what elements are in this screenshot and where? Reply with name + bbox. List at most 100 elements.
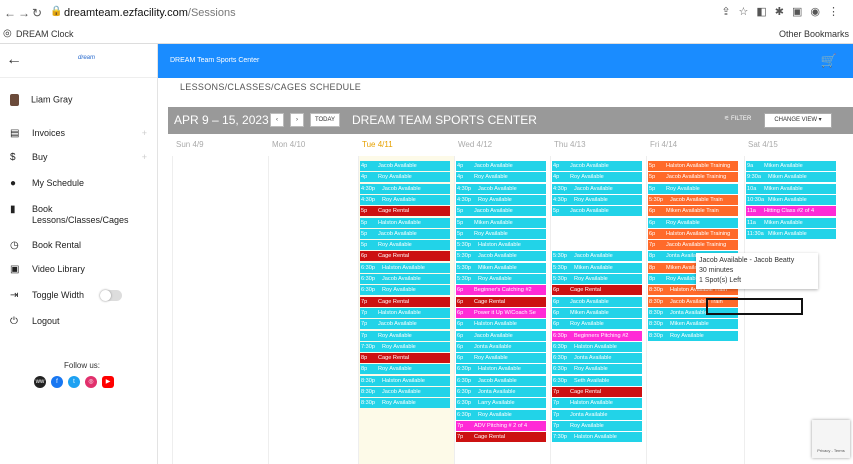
calendar-event[interactable]: 6p Miken Available [552,307,642,318]
prev-week-button[interactable]: ‹ [270,113,284,127]
calendar-event[interactable]: 6:30p Jonta Available [552,353,642,364]
calendar-event[interactable]: 11a Miken Available [746,217,836,228]
calendar-event[interactable]: 4p Jacob Available [456,161,546,171]
calendar-event[interactable]: 5p Roy Available [360,240,450,251]
calendar-event[interactable]: 4p Roy Available [456,172,546,183]
address-bar[interactable]: dreamteam.ezfacility.com/Sessions [64,7,236,19]
calendar-event[interactable]: 5p Jacob Available Training [648,172,738,183]
calendar-event[interactable]: 5p Cage Rental [360,206,450,217]
calendar-event[interactable]: 6p Miken Available Train [648,206,738,217]
cart-icon[interactable]: 🛒 [821,53,837,69]
calendar-event[interactable]: 7p Cage Rental [360,296,450,307]
today-button[interactable]: TODAY [310,113,340,127]
calendar-event[interactable]: 6:30p Seth Available [552,375,642,386]
calendar-event[interactable]: 8:30p Miken Available [648,319,738,330]
change-view-dropdown[interactable]: CHANGE VIEW ▾ [764,113,832,128]
calendar-event[interactable]: 6p Power it Up W/Coach Se [456,307,546,318]
sidebar-item-video-library[interactable]: ▣ Video Library [10,264,85,275]
expand-icon[interactable]: + [142,152,147,162]
calendar-event[interactable]: 6:30p Jonta Available [456,387,546,397]
calendar-event[interactable]: 8:30p Halston Available [360,375,450,386]
recaptcha-badge[interactable]: Privacy - Terms [812,420,850,458]
back-arrow-icon[interactable]: ← [4,6,16,20]
calendar-event[interactable]: 7p Roy Available [552,420,642,431]
calendar-event[interactable]: 5:30p Jacob Available [552,251,642,262]
calendar-event[interactable]: 6p Jacob Available [456,330,546,341]
reload-icon[interactable]: ↻ [32,6,42,20]
calendar-event[interactable]: 7p Cage Rental [456,432,546,443]
calendar-event[interactable]: 6:30p Halston Available [552,341,642,352]
calendar-event[interactable]: 5:30p Halston Available [456,240,546,251]
calendar-event[interactable]: 8p Cage Rental [360,353,450,364]
bookmark-dream-clock[interactable]: DREAM Clock [16,29,74,39]
calendar-event[interactable]: 7p Halston Available [360,307,450,318]
expand-icon[interactable]: + [142,128,147,138]
calendar-event[interactable]: 6:30p Roy Available [456,409,546,420]
calendar-event[interactable]: 7p Jacob Available Training [648,240,738,251]
calendar-event[interactable]: 5p Miken Available [456,217,546,228]
calendar-event[interactable]: 7p Jacob Available [360,319,450,330]
calendar-event[interactable]: 6p Roy Available [456,353,546,364]
facebook-icon[interactable]: f [51,376,63,388]
calendar-event[interactable]: 4:30p Jacob Available [552,183,642,194]
back-arrow-icon[interactable]: ← [6,51,22,69]
calendar-event[interactable]: 5p Halston Available Training [648,161,738,171]
calendar-event[interactable]: 11a Hitting Class #2 of 4 [746,206,836,217]
calendar-event[interactable]: 7:30p Halston Available [552,432,642,443]
next-week-button[interactable]: › [290,113,304,127]
calendar-event[interactable]: 5:30p Miken Available [552,262,642,273]
calendar-event[interactable]: 6p Jacob Available [552,296,642,307]
calendar-event[interactable]: 5p Roy Available [648,183,738,194]
calendar-event[interactable]: 5:30p Roy Available [552,274,642,284]
calendar-event[interactable]: 5p Jacob Available [456,206,546,217]
calendar-event[interactable]: 5:30p Jacob Available Train [648,194,738,205]
calendar-event[interactable]: 6p Halston Available [456,319,546,330]
calendar-event[interactable]: 11:30a Miken Available [746,228,836,239]
calendar-event[interactable]: 6p Jonta Available [456,341,546,352]
sidebar-item-logout[interactable]: ⏻ Logout [10,316,60,327]
calendar-event[interactable]: 10a Miken Available [746,183,836,194]
calendar-event[interactable]: 4:30p Roy Available [360,194,450,205]
browser-extension-icons[interactable]: ⇪☆◧✱▣◉⋮ [721,5,847,18]
calendar-event[interactable]: 9:30a Miken Available [746,172,836,183]
calendar-event[interactable]: 5:30p Miken Available [456,262,546,273]
calendar-event[interactable]: 5p Jacob Available [552,206,642,217]
calendar-event[interactable]: 6:30p Halston Available [456,364,546,375]
calendar-event[interactable]: 4p Roy Available [360,172,450,183]
sidebar-item-my-schedule[interactable]: ● My Schedule [10,178,84,189]
logo[interactable]: dream [78,55,95,61]
calendar-event[interactable]: 6p Beginner's Catching #2 [456,285,546,296]
calendar-event[interactable]: 6p Roy Available [552,319,642,330]
sidebar-item-invoices[interactable]: ▤ Invoices [10,128,65,139]
calendar-event[interactable]: 4p Jacob Available [552,161,642,171]
calendar-event[interactable]: 6p Roy Available [648,217,738,228]
calendar-event[interactable]: 6:30p Larry Available [456,398,546,409]
sidebar-item-buy[interactable]: $ Buy [10,152,48,163]
calendar-event[interactable]: 8:30p Roy Available [648,330,738,341]
calendar-event[interactable]: 6p Cage Rental [360,251,450,262]
calendar-event[interactable]: 8:30p Roy Available [360,398,450,409]
calendar-event[interactable]: 6:30p Jacob Available [456,375,546,386]
calendar-event[interactable]: 6:30p Roy Available [360,285,450,296]
width-toggle[interactable] [100,290,123,301]
calendar-event[interactable]: 5p Roy Available [456,228,546,239]
instagram-icon[interactable]: ◎ [85,376,97,388]
other-bookmarks[interactable]: Other Bookmarks [779,29,849,39]
calendar-event[interactable]: 8:30p Jacob Available [360,387,450,397]
sidebar-item-book-lessons-classes-cages[interactable]: ▮ Book Lessons/Classes/Cages [10,204,142,226]
calendar-event[interactable]: 7p Halston Available [552,398,642,409]
calendar-event[interactable]: 7p Roy Available [360,330,450,341]
calendar-event[interactable]: 7p ADV Pitching # 2 of 4 [456,420,546,431]
youtube-icon[interactable]: ▶ [102,376,114,388]
calendar-event[interactable]: 6:30p Roy Available [552,364,642,375]
calendar-event[interactable]: 4:30p Jacob Available [360,183,450,194]
calendar-event[interactable]: 6:30p Jacob Available [360,274,450,284]
calendar-event[interactable]: 9a Miken Available [746,161,836,171]
calendar-event[interactable]: 6p Halston Available Training [648,228,738,239]
calendar-event[interactable]: 7p Cage Rental [552,387,642,397]
user-profile[interactable]: Liam Gray [10,94,73,106]
calendar-event[interactable]: 7:30p Roy Available [360,341,450,352]
calendar-event[interactable]: 7p Jonta Available [552,409,642,420]
calendar-event[interactable]: 10:30a Miken Available [746,194,836,205]
calendar-event[interactable]: 5p Jacob Available [360,228,450,239]
